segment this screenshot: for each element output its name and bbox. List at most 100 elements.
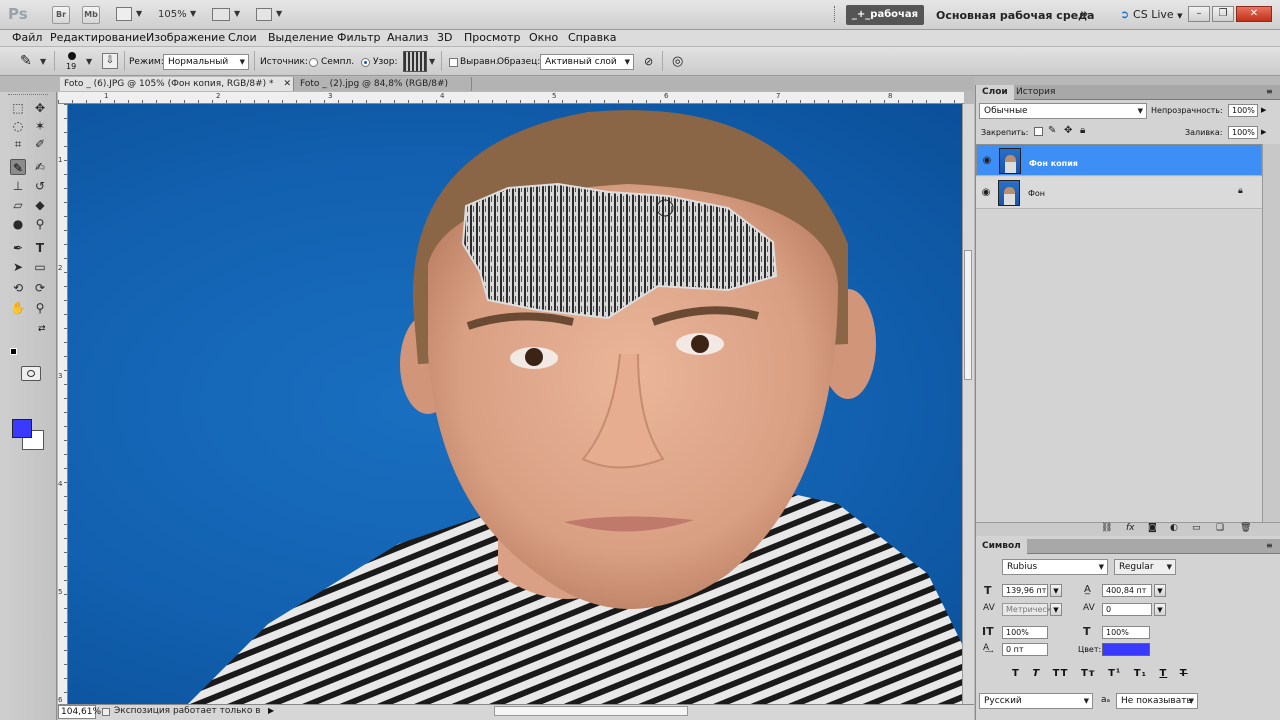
menu-help[interactable]: Справка xyxy=(568,31,616,44)
fill-field[interactable]: 100% xyxy=(1228,126,1258,139)
status-menu-arrow-icon[interactable]: ▶ xyxy=(268,706,274,715)
rect-marquee-icon[interactable]: ⬚ xyxy=(10,100,26,116)
3d-orbit-icon[interactable]: ⟳ xyxy=(32,280,48,296)
horizontal-scale-field[interactable]: 100% xyxy=(1102,626,1150,639)
brush-icon[interactable]: ✍ xyxy=(32,159,48,175)
new-layer-icon[interactable]: ❏ xyxy=(1216,523,1224,533)
ignore-adjustment-layers-icon[interactable]: ⊘ xyxy=(644,55,653,68)
view-extras-dropdown-icon[interactable]: ▼ xyxy=(136,9,142,18)
zoom-level-menu[interactable]: 105% xyxy=(158,9,187,20)
sampled-radio[interactable] xyxy=(309,58,318,67)
move-tool-icon[interactable]: ✥ xyxy=(32,100,48,116)
pattern-dropdown-icon[interactable]: ▼ xyxy=(429,57,435,66)
zoom-icon[interactable]: ⚲ xyxy=(32,300,48,316)
baseline-shift-field[interactable]: 0 пт xyxy=(1002,643,1048,656)
hand-icon[interactable]: ✋ xyxy=(10,300,26,316)
tracking-dropdown[interactable]: ▼ xyxy=(1154,603,1166,616)
visibility-eye-icon[interactable]: ◉ xyxy=(981,155,993,167)
arrange-dropdown-icon[interactable]: ▼ xyxy=(234,9,240,18)
default-colors-icon[interactable] xyxy=(10,348,17,355)
vertical-scale-field[interactable]: 100% xyxy=(1002,626,1048,639)
eraser-icon[interactable]: ▱ xyxy=(10,197,26,213)
menu-image[interactable]: Изображение xyxy=(146,31,225,44)
menu-file[interactable]: Файл xyxy=(12,31,42,44)
panel-menu-icon[interactable]: ≡ xyxy=(1266,87,1273,96)
tab-document-1[interactable]: Foto _ (6).JPG @ 105% (Фон копия, RGB/8#… xyxy=(60,77,294,91)
menu-layers[interactable]: Слои xyxy=(228,31,257,44)
tab-character[interactable]: Символ xyxy=(976,539,1027,554)
screen-mode-icon[interactable] xyxy=(256,8,272,21)
more-workspaces-button[interactable]: » xyxy=(1080,7,1088,22)
menu-analysis[interactable]: Анализ xyxy=(387,31,429,44)
leading-field[interactable]: 400,84 пт xyxy=(1102,584,1152,597)
visibility-eye-icon[interactable]: ◉ xyxy=(980,187,992,199)
kerning-field[interactable]: Метрическ xyxy=(1002,603,1052,616)
clone-source-icon[interactable]: ⇩ xyxy=(102,53,118,69)
brush-tip-icon[interactable] xyxy=(68,52,76,60)
vertical-scroll-thumb[interactable] xyxy=(964,250,972,380)
type-icon[interactable]: T xyxy=(32,240,48,256)
tab-layers[interactable]: Слои xyxy=(976,85,1014,100)
new-group-icon[interactable]: ▭ xyxy=(1192,523,1201,533)
workspace-active-button[interactable]: _+_рабочая xyxy=(846,5,924,25)
char-panel-menu-icon[interactable]: ≡ xyxy=(1266,541,1273,550)
blend-mode-select[interactable]: Обычные ▼ xyxy=(979,103,1147,119)
adjustment-layer-icon[interactable]: ◐ xyxy=(1170,523,1178,533)
lasso-icon[interactable]: ◌ xyxy=(10,118,26,134)
zoom-dropdown-icon[interactable]: ▼ xyxy=(190,9,196,18)
horizontal-scroll-thumb[interactable] xyxy=(494,706,688,716)
opacity-slider-icon[interactable]: ▶ xyxy=(1261,106,1266,114)
mode-select[interactable]: Нормальный ▼ xyxy=(163,54,249,70)
screen-mode-dropdown-icon[interactable]: ▼ xyxy=(276,9,282,18)
tool-preset-dropdown-icon[interactable]: ▼ xyxy=(40,57,46,66)
font-size-dropdown[interactable]: ▼ xyxy=(1050,584,1062,597)
close-window-button[interactable]: ✕ xyxy=(1236,6,1272,22)
layers-scrollbar[interactable] xyxy=(1262,144,1280,522)
clone-stamp-icon[interactable]: ⊥ xyxy=(10,178,26,194)
lock-all-icon[interactable]: 🔒︎ xyxy=(1080,125,1085,136)
swap-colors-icon[interactable]: ⇄ xyxy=(38,324,46,334)
document-canvas[interactable] xyxy=(68,104,962,704)
history-brush-icon[interactable]: ↺ xyxy=(32,178,48,194)
font-size-field[interactable]: 139,96 пт xyxy=(1002,584,1048,597)
pattern-picker[interactable] xyxy=(403,51,427,72)
vertical-scrollbar[interactable] xyxy=(962,104,974,704)
kerning-dropdown[interactable]: ▼ xyxy=(1050,603,1062,616)
foreground-color-swatch[interactable] xyxy=(12,419,32,438)
workspace-main-button[interactable]: Основная рабочая среда xyxy=(936,9,1094,22)
pen-icon[interactable]: ✒ xyxy=(10,240,26,256)
brush-dropdown-icon[interactable]: ▼ xyxy=(86,57,92,66)
magic-wand-icon[interactable]: ✶ xyxy=(32,118,48,134)
leading-dropdown[interactable]: ▼ xyxy=(1154,584,1166,597)
menu-view[interactable]: Просмотр xyxy=(464,31,520,44)
menu-3d[interactable]: 3D xyxy=(437,31,452,44)
bridge-button[interactable]: Br xyxy=(52,6,70,24)
view-extras-icon[interactable] xyxy=(116,7,132,21)
menu-window[interactable]: Окно xyxy=(529,31,558,44)
menu-filter[interactable]: Фильтр xyxy=(337,31,381,44)
aligned-checkbox[interactable] xyxy=(449,58,458,67)
crop-icon[interactable]: ⌗ xyxy=(10,136,26,152)
pressure-size-icon[interactable]: ◎ xyxy=(672,54,683,69)
text-color-swatch[interactable] xyxy=(1102,643,1150,656)
layer-row-background-copy[interactable]: ◉ Фон копия xyxy=(976,144,1262,176)
sample-select[interactable]: Активный слой ▼ xyxy=(540,54,634,70)
tracking-field[interactable]: 0 xyxy=(1102,603,1152,616)
rectangle-shape-icon[interactable]: ▭ xyxy=(32,259,48,275)
layer-mask-icon[interactable]: ◙ xyxy=(1148,523,1157,533)
paint-bucket-icon[interactable]: ◆ xyxy=(32,197,48,213)
tab-history[interactable]: История xyxy=(1010,85,1061,100)
restore-button[interactable]: ❐ xyxy=(1212,6,1234,22)
blur-icon[interactable]: ● xyxy=(10,216,26,232)
cs-live-menu[interactable]: ➲ CS Live ▼ xyxy=(1120,8,1183,21)
minimize-button[interactable]: – xyxy=(1188,6,1210,22)
eyedropper-icon[interactable]: ✐ xyxy=(32,136,48,152)
menu-select[interactable]: Выделение xyxy=(268,31,334,44)
lock-position-icon[interactable]: ✥ xyxy=(1064,125,1072,136)
dodge-icon[interactable]: ⚲ xyxy=(32,216,48,232)
layer-style-icon[interactable]: fx xyxy=(1126,523,1135,533)
anti-aliasing-select[interactable]: Не показывать ▼ xyxy=(1116,693,1198,709)
healing-brush-icon[interactable]: ✎ xyxy=(10,159,26,175)
opacity-field[interactable]: 100% xyxy=(1228,104,1258,117)
arrange-documents-icon[interactable] xyxy=(212,8,230,21)
